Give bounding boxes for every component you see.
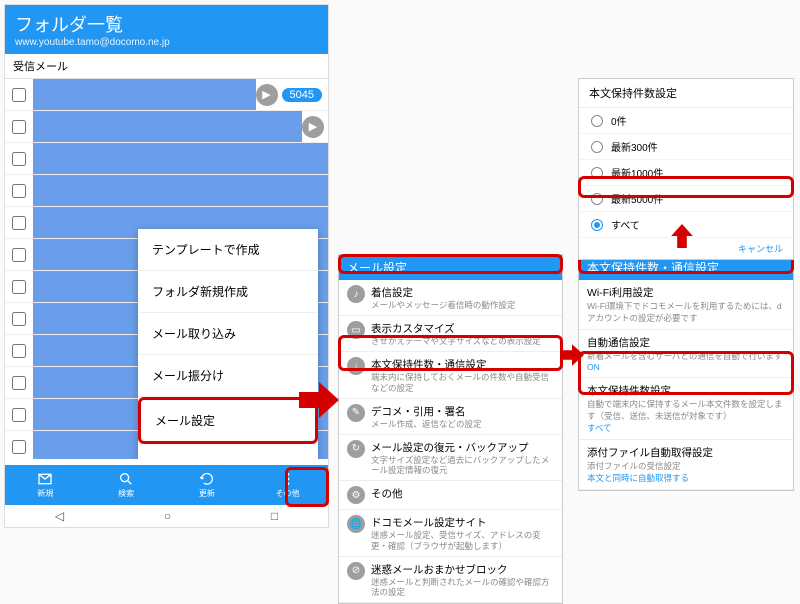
- setting-incoming[interactable]: ♪着信設定メールやメッセージ着信時の動作設定: [339, 280, 562, 316]
- radio-icon: [591, 141, 603, 153]
- menu-mail-sort[interactable]: メール振分け: [138, 355, 318, 397]
- folder-checkbox[interactable]: [12, 184, 26, 198]
- option-1000[interactable]: 最新1000件: [579, 160, 793, 186]
- pencil-icon: ✎: [347, 404, 365, 422]
- option-0[interactable]: 0件: [579, 108, 793, 134]
- bell-icon: ♪: [347, 285, 365, 303]
- folder-checkbox[interactable]: [12, 440, 26, 454]
- nav-back-icon[interactable]: ◁: [55, 509, 64, 523]
- bottom-toolbar: +新規 検索 更新 その他: [5, 465, 328, 505]
- folder-checkbox[interactable]: [12, 312, 26, 326]
- menu-template-create[interactable]: テンプレートで作成: [138, 229, 318, 271]
- folder-checkbox[interactable]: [12, 120, 26, 134]
- setting-docomo-site[interactable]: 🌐ドコモメール設定サイト迷惑メール設定、受信サイズ、アドレスの変更・確認（ブラウ…: [339, 510, 562, 556]
- account-email: www.youtube.tamo@docomo.ne.jp: [15, 37, 318, 48]
- folder-checkbox[interactable]: [12, 280, 26, 294]
- setting-wifi[interactable]: Wi-Fi利用設定Wi-Fi環境下でドコモメールを利用するためには、dアカウント…: [579, 280, 793, 330]
- app-header: フォルダ一覧 www.youtube.tamo@docomo.ne.jp: [5, 5, 328, 54]
- main-app-window: フォルダ一覧 www.youtube.tamo@docomo.ne.jp 受信メ…: [4, 4, 329, 528]
- dialog-title: 本文保持件数設定: [579, 79, 793, 108]
- more-button[interactable]: その他: [247, 465, 328, 505]
- folder-checkbox[interactable]: [12, 344, 26, 358]
- flag-icon: ▶: [302, 116, 324, 138]
- folder-checkbox[interactable]: [12, 248, 26, 262]
- nav-recent-icon[interactable]: □: [271, 509, 278, 523]
- folder-row[interactable]: ▶: [5, 111, 328, 143]
- folder-checkbox[interactable]: [12, 216, 26, 230]
- arrow-up-icon: [670, 218, 694, 254]
- menu-mail-import[interactable]: メール取り込み: [138, 313, 318, 355]
- setting-retention[interactable]: ↓本文保持件数・通信設定端末内に保持しておくメールの件数や自動受信などの設定: [339, 352, 562, 398]
- app-title: フォルダ一覧: [15, 11, 318, 37]
- setting-other[interactable]: ⚙その他: [339, 481, 562, 510]
- retention-settings-panel: 本文保持件数・通信設定 Wi-Fi利用設定Wi-Fi環境下でドコモメールを利用す…: [578, 254, 794, 491]
- folder-list: ▶ 5045 ▶ テンプレートで作成 フォルダ新規作成 メール取り込み メール振…: [5, 79, 328, 459]
- folder-row[interactable]: ▶ 5045: [5, 79, 328, 111]
- unread-badge: 5045: [282, 88, 322, 102]
- option-300[interactable]: 最新300件: [579, 134, 793, 160]
- folder-checkbox[interactable]: [12, 376, 26, 390]
- tab-received[interactable]: 受信メール: [5, 54, 328, 79]
- folder-checkbox[interactable]: [12, 152, 26, 166]
- phone-icon: ▭: [347, 321, 365, 339]
- setting-spam-block[interactable]: ⊘迷惑メールおまかせブロック迷惑メールと判断されたメールの確認や確認方法の設定: [339, 557, 562, 603]
- setting-decome[interactable]: ✎デコメ・引用・署名メール作成、返信などの設定: [339, 399, 562, 435]
- setting-backup[interactable]: ↻メール設定の復元・バックアップ文字サイズ設定など過去にバックアップしたメール設…: [339, 435, 562, 481]
- setting-auto-comm[interactable]: 自動通信設定新着メールを含むサーバとの通信を自動で行いますON: [579, 330, 793, 378]
- restore-icon: ↻: [347, 440, 365, 458]
- menu-folder-new[interactable]: フォルダ新規作成: [138, 271, 318, 313]
- svg-text:+: +: [49, 474, 53, 480]
- folder-row[interactable]: [5, 143, 328, 175]
- new-mail-button[interactable]: +新規: [5, 465, 86, 505]
- download-icon: ↓: [347, 357, 365, 375]
- radio-icon: [591, 115, 603, 127]
- gear-icon: ⚙: [347, 486, 365, 504]
- reload-button[interactable]: 更新: [167, 465, 248, 505]
- search-button[interactable]: 検索: [86, 465, 167, 505]
- setting-display[interactable]: ▭表示カスタマイズきせかえテーマや文字サイズなどの表示設定: [339, 316, 562, 352]
- folder-checkbox[interactable]: [12, 408, 26, 422]
- block-icon: ⊘: [347, 562, 365, 580]
- mail-settings-panel: メール設定 ♪着信設定メールやメッセージ着信時の動作設定 ▭表示カスタマイズきせ…: [338, 254, 563, 604]
- option-5000[interactable]: 最新5000件: [579, 186, 793, 212]
- nav-home-icon[interactable]: ○: [164, 509, 171, 523]
- radio-icon: [591, 219, 603, 231]
- android-navbar: ◁ ○ □: [5, 505, 328, 527]
- arrow-icon: [299, 380, 339, 420]
- arrow-icon: [560, 343, 584, 367]
- setting-attachment-auto[interactable]: 添付ファイル自動取得設定添付ファイルの受信設定本文と同時に自動取得する: [579, 440, 793, 490]
- globe-icon: 🌐: [347, 515, 365, 533]
- radio-icon: [591, 193, 603, 205]
- menu-help[interactable]: ヘルプ: [138, 444, 318, 459]
- setting-retention-count[interactable]: 本文保持件数設定自動で端末内に保持するメール本文件数を設定します（受信、送信、未…: [579, 378, 793, 440]
- menu-mail-settings[interactable]: メール設定: [138, 397, 318, 444]
- folder-row[interactable]: [5, 175, 328, 207]
- folder-checkbox[interactable]: [12, 88, 26, 102]
- more-menu-popup: テンプレートで作成 フォルダ新規作成 メール取り込み メール振分け メール設定 …: [138, 229, 318, 459]
- panel-title: メール設定: [339, 255, 562, 280]
- radio-icon: [591, 167, 603, 179]
- flag-icon: ▶: [256, 84, 278, 106]
